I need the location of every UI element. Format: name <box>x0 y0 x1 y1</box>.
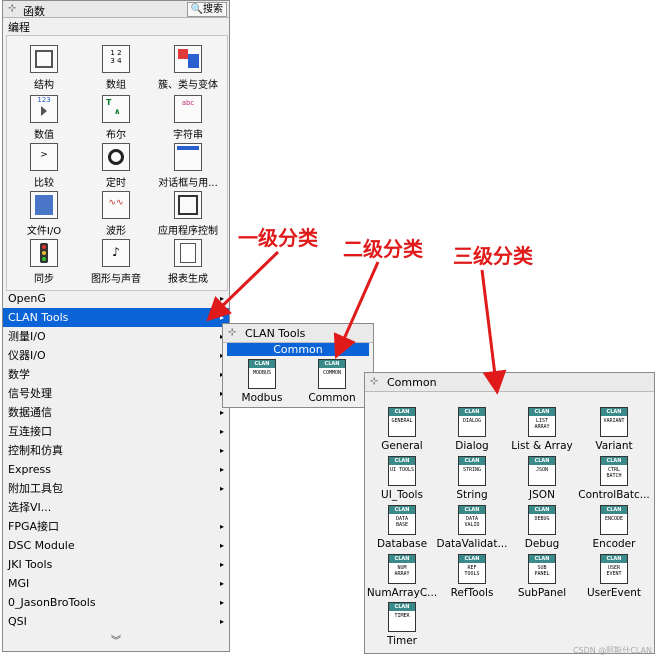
arrow-level2 <box>333 261 380 359</box>
arrow-level3 <box>480 269 507 395</box>
arrow-level1 <box>206 250 280 322</box>
annotation-arrows <box>206 250 507 395</box>
watermark: CSDN @阿斯什CLAN <box>572 646 652 655</box>
